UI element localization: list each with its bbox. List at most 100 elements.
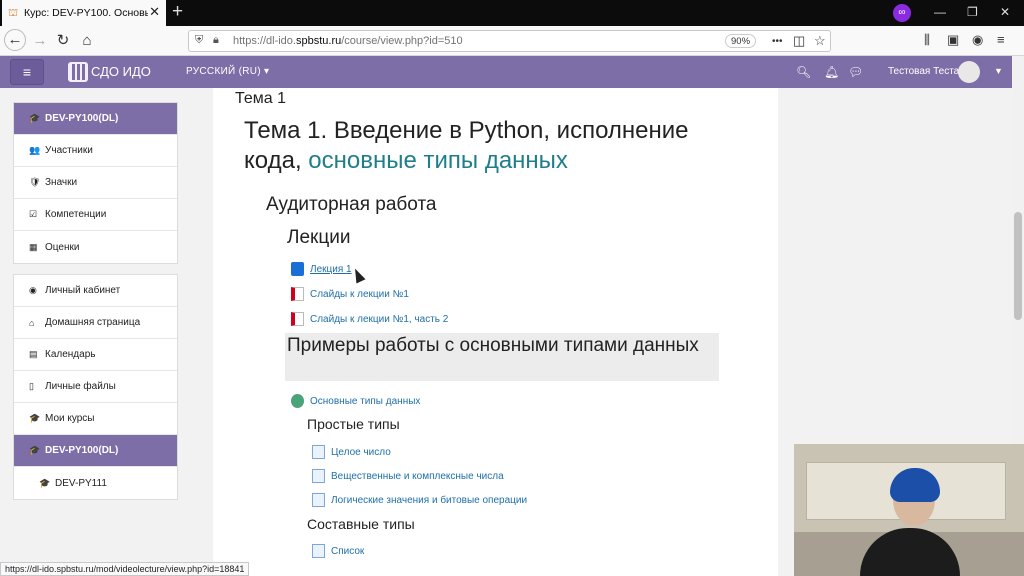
page-icon bbox=[312, 544, 325, 558]
activity-link[interactable]: Логические значения и битовые операции bbox=[331, 495, 527, 506]
activity-link[interactable]: Слайды к лекции №1, часть 2 bbox=[310, 314, 448, 325]
site-header: ≡ СДО ИДО РУССКИЙ (RU) ▾ 🔍︎ 🔔︎ 💬︎ Тестов… bbox=[0, 56, 1012, 88]
drawer-item-icon: 👥 bbox=[29, 145, 41, 155]
nav-drawer: 🎓 DEV-PY100(DL) 👥 Участники 🛡 Значки ☑ Компетен… bbox=[0, 88, 200, 576]
status-bar-link-preview: https://dl-ido.spbstu.ru/mod/videolectur… bbox=[0, 562, 250, 576]
drawer-item[interactable]: 🎓 Мои курсы bbox=[14, 403, 177, 435]
section-title: Тема 1. Введение в Python, исполнение ко… bbox=[244, 117, 689, 174]
drawer-item-label: Домашняя страница bbox=[45, 317, 141, 328]
drawer-item-icon: 🛡 bbox=[29, 177, 41, 187]
drawer-item-label: DEV-PY100(DL) bbox=[45, 445, 119, 456]
drawer-item[interactable]: 🛡 Значки bbox=[14, 167, 177, 199]
drawer-item-label: Оценки bbox=[45, 241, 80, 253]
language-menu[interactable]: РУССКИЙ (RU) ▾ bbox=[186, 66, 269, 77]
pocket-icon[interactable]: ◫ bbox=[793, 33, 805, 49]
chevron-down-icon[interactable]: ▼ bbox=[994, 66, 1003, 76]
drawer-item-icon: 🎓 bbox=[29, 413, 41, 423]
drawer-item-label: Значки bbox=[45, 177, 78, 188]
address-bar[interactable]: ⛨ 🔒︎ https://dl-ido.spbstu.ru/course/vie… bbox=[188, 30, 831, 52]
browser-tab[interactable]: ⛫ Курс: DEV-PY100. Основы программирован… bbox=[2, 0, 166, 26]
messages-icon[interactable]: 💬︎ bbox=[848, 65, 863, 79]
drawer-item[interactable]: ▤ Календарь bbox=[14, 339, 177, 371]
browser-tab-bar: ⛫ Курс: DEV-PY100. Основы программирован… bbox=[0, 0, 1024, 26]
activity-basic-types[interactable]: Основные типы данных bbox=[291, 394, 420, 408]
heading-examples: Примеры работы с основными типами данных bbox=[287, 335, 699, 356]
activity-slides-1-part-2[interactable]: Слайды к лекции №1, часть 2 bbox=[291, 312, 448, 326]
maximize-window-icon[interactable]: ❐ bbox=[967, 4, 978, 20]
home-icon[interactable]: ⌂ bbox=[77, 31, 97, 51]
drawer-item-label: Личный кабинет bbox=[45, 285, 121, 296]
library-icon[interactable]: ⫼ bbox=[924, 32, 930, 48]
activity-real-complex[interactable]: Вещественные и комплексные числа bbox=[312, 469, 504, 483]
page-icon bbox=[312, 469, 325, 483]
reload-icon[interactable]: ↻ bbox=[53, 31, 73, 51]
site-nav-block: ◉ Личный кабинет ⌂ Домашняя страница ▤ Календ… bbox=[13, 274, 178, 500]
activity-link[interactable]: Слайды к лекции №1 bbox=[310, 289, 409, 300]
drawer-item-icon: ▤ bbox=[29, 349, 38, 359]
page-actions-icon[interactable]: ••• bbox=[772, 34, 783, 50]
drawer-item[interactable]: ⌂ Домашняя страница bbox=[14, 307, 177, 339]
activity-integer[interactable]: Целое число bbox=[312, 445, 391, 459]
drawer-item[interactable]: ▦ Оценки bbox=[14, 231, 177, 263]
user-name[interactable]: Тестовая Теста bbox=[888, 66, 959, 77]
drawer-item-label: Календарь bbox=[45, 349, 96, 360]
back-arrow-icon[interactable]: ← bbox=[4, 29, 26, 51]
drawer-item[interactable]: 🎓 DEV-PY100(DL) bbox=[14, 435, 177, 467]
activity-link[interactable]: Вещественные и комплексные числа bbox=[331, 471, 504, 482]
drawer-item[interactable]: 🎓 DEV-PY111 bbox=[14, 467, 177, 499]
drawer-item-icon: 🎓 bbox=[29, 113, 41, 123]
drawer-item-icon: 🎓 bbox=[39, 477, 51, 488]
pdf-icon bbox=[291, 287, 304, 301]
activity-link[interactable]: Основные типы данных bbox=[310, 396, 420, 407]
scrollbar-thumb[interactable] bbox=[1014, 212, 1022, 320]
drawer-item-icon: ◉ bbox=[29, 285, 37, 295]
site-brand[interactable]: СДО ИДО bbox=[91, 64, 151, 79]
drawer-item[interactable]: ☑ Компетенции bbox=[14, 199, 177, 231]
video-lecture-icon bbox=[291, 262, 304, 276]
heading-simple-types: Простые типы bbox=[307, 416, 400, 432]
moodle-favicon-icon: ⛫ bbox=[8, 7, 19, 19]
webcam-video-overlay bbox=[794, 444, 1024, 576]
drawer-item-label: Личные файлы bbox=[45, 381, 116, 392]
drawer-item[interactable]: 👥 Участники bbox=[14, 135, 177, 167]
lock-icon[interactable]: 🔒︎ bbox=[213, 34, 219, 47]
drawer-item[interactable]: 🎓 DEV-PY100(DL) bbox=[14, 103, 177, 135]
browser-navbar: ← → ↻ ⌂ ⛨ 🔒︎ https://dl-ido.spbstu.ru/co… bbox=[0, 26, 1024, 56]
activity-slides-1[interactable]: Слайды к лекции №1 bbox=[291, 287, 409, 301]
drawer-item-icon: ⌂ bbox=[29, 317, 35, 328]
activity-logical[interactable]: Логические значения и битовые операции bbox=[312, 493, 527, 507]
close-window-icon[interactable]: ✕ bbox=[1000, 4, 1010, 20]
heading-lectures: Лекции bbox=[287, 227, 351, 248]
site-logo-icon[interactable] bbox=[68, 62, 88, 82]
activity-lecture-1[interactable]: Лекция 1 bbox=[291, 262, 352, 276]
tab-title: Курс: DEV-PY100. Основы программирования… bbox=[24, 7, 148, 19]
zoom-level-badge[interactable]: 90% bbox=[725, 34, 757, 48]
drawer-item-label: DEV-PY111 bbox=[55, 477, 107, 489]
drawer-item[interactable]: ▯ Личные файлы bbox=[14, 371, 177, 403]
close-tab-icon[interactable]: ✕ bbox=[149, 5, 160, 19]
sidebar-icon[interactable]: ▣ bbox=[947, 32, 959, 48]
drawer-item-label: Мои курсы bbox=[45, 413, 95, 424]
drawer-item-icon: ▦ bbox=[29, 241, 38, 252]
new-tab-button[interactable]: + bbox=[172, 2, 183, 22]
activity-list[interactable]: Список bbox=[312, 544, 364, 558]
account-icon[interactable]: ◉ bbox=[972, 32, 983, 48]
page-icon bbox=[312, 445, 325, 459]
avatar[interactable] bbox=[958, 61, 980, 83]
drawer-item[interactable]: ◉ Личный кабинет bbox=[14, 275, 177, 307]
bookmark-star-icon[interactable]: ☆ bbox=[814, 33, 826, 49]
url-text[interactable]: https://dl-ido.spbstu.ru/course/view.php… bbox=[233, 35, 463, 47]
activity-link[interactable]: Список bbox=[331, 546, 364, 557]
section-name: Тема 1 bbox=[235, 90, 287, 107]
search-icon[interactable]: 🔍︎ bbox=[796, 65, 811, 79]
tracking-shield-icon[interactable]: ⛨ bbox=[195, 34, 203, 47]
minimize-window-icon[interactable]: — bbox=[934, 4, 946, 20]
notifications-bell-icon[interactable]: 🔔︎ bbox=[824, 65, 839, 79]
menu-icon[interactable]: ≡ bbox=[997, 32, 1005, 48]
drawer-item-icon: ☑ bbox=[29, 209, 38, 219]
activity-link[interactable]: Целое число bbox=[331, 447, 391, 458]
activity-link[interactable]: Лекция 1 bbox=[310, 264, 352, 275]
forward-arrow-icon[interactable]: → bbox=[30, 31, 50, 51]
page-icon bbox=[312, 493, 325, 507]
drawer-toggle-button[interactable]: ≡ bbox=[10, 59, 44, 85]
